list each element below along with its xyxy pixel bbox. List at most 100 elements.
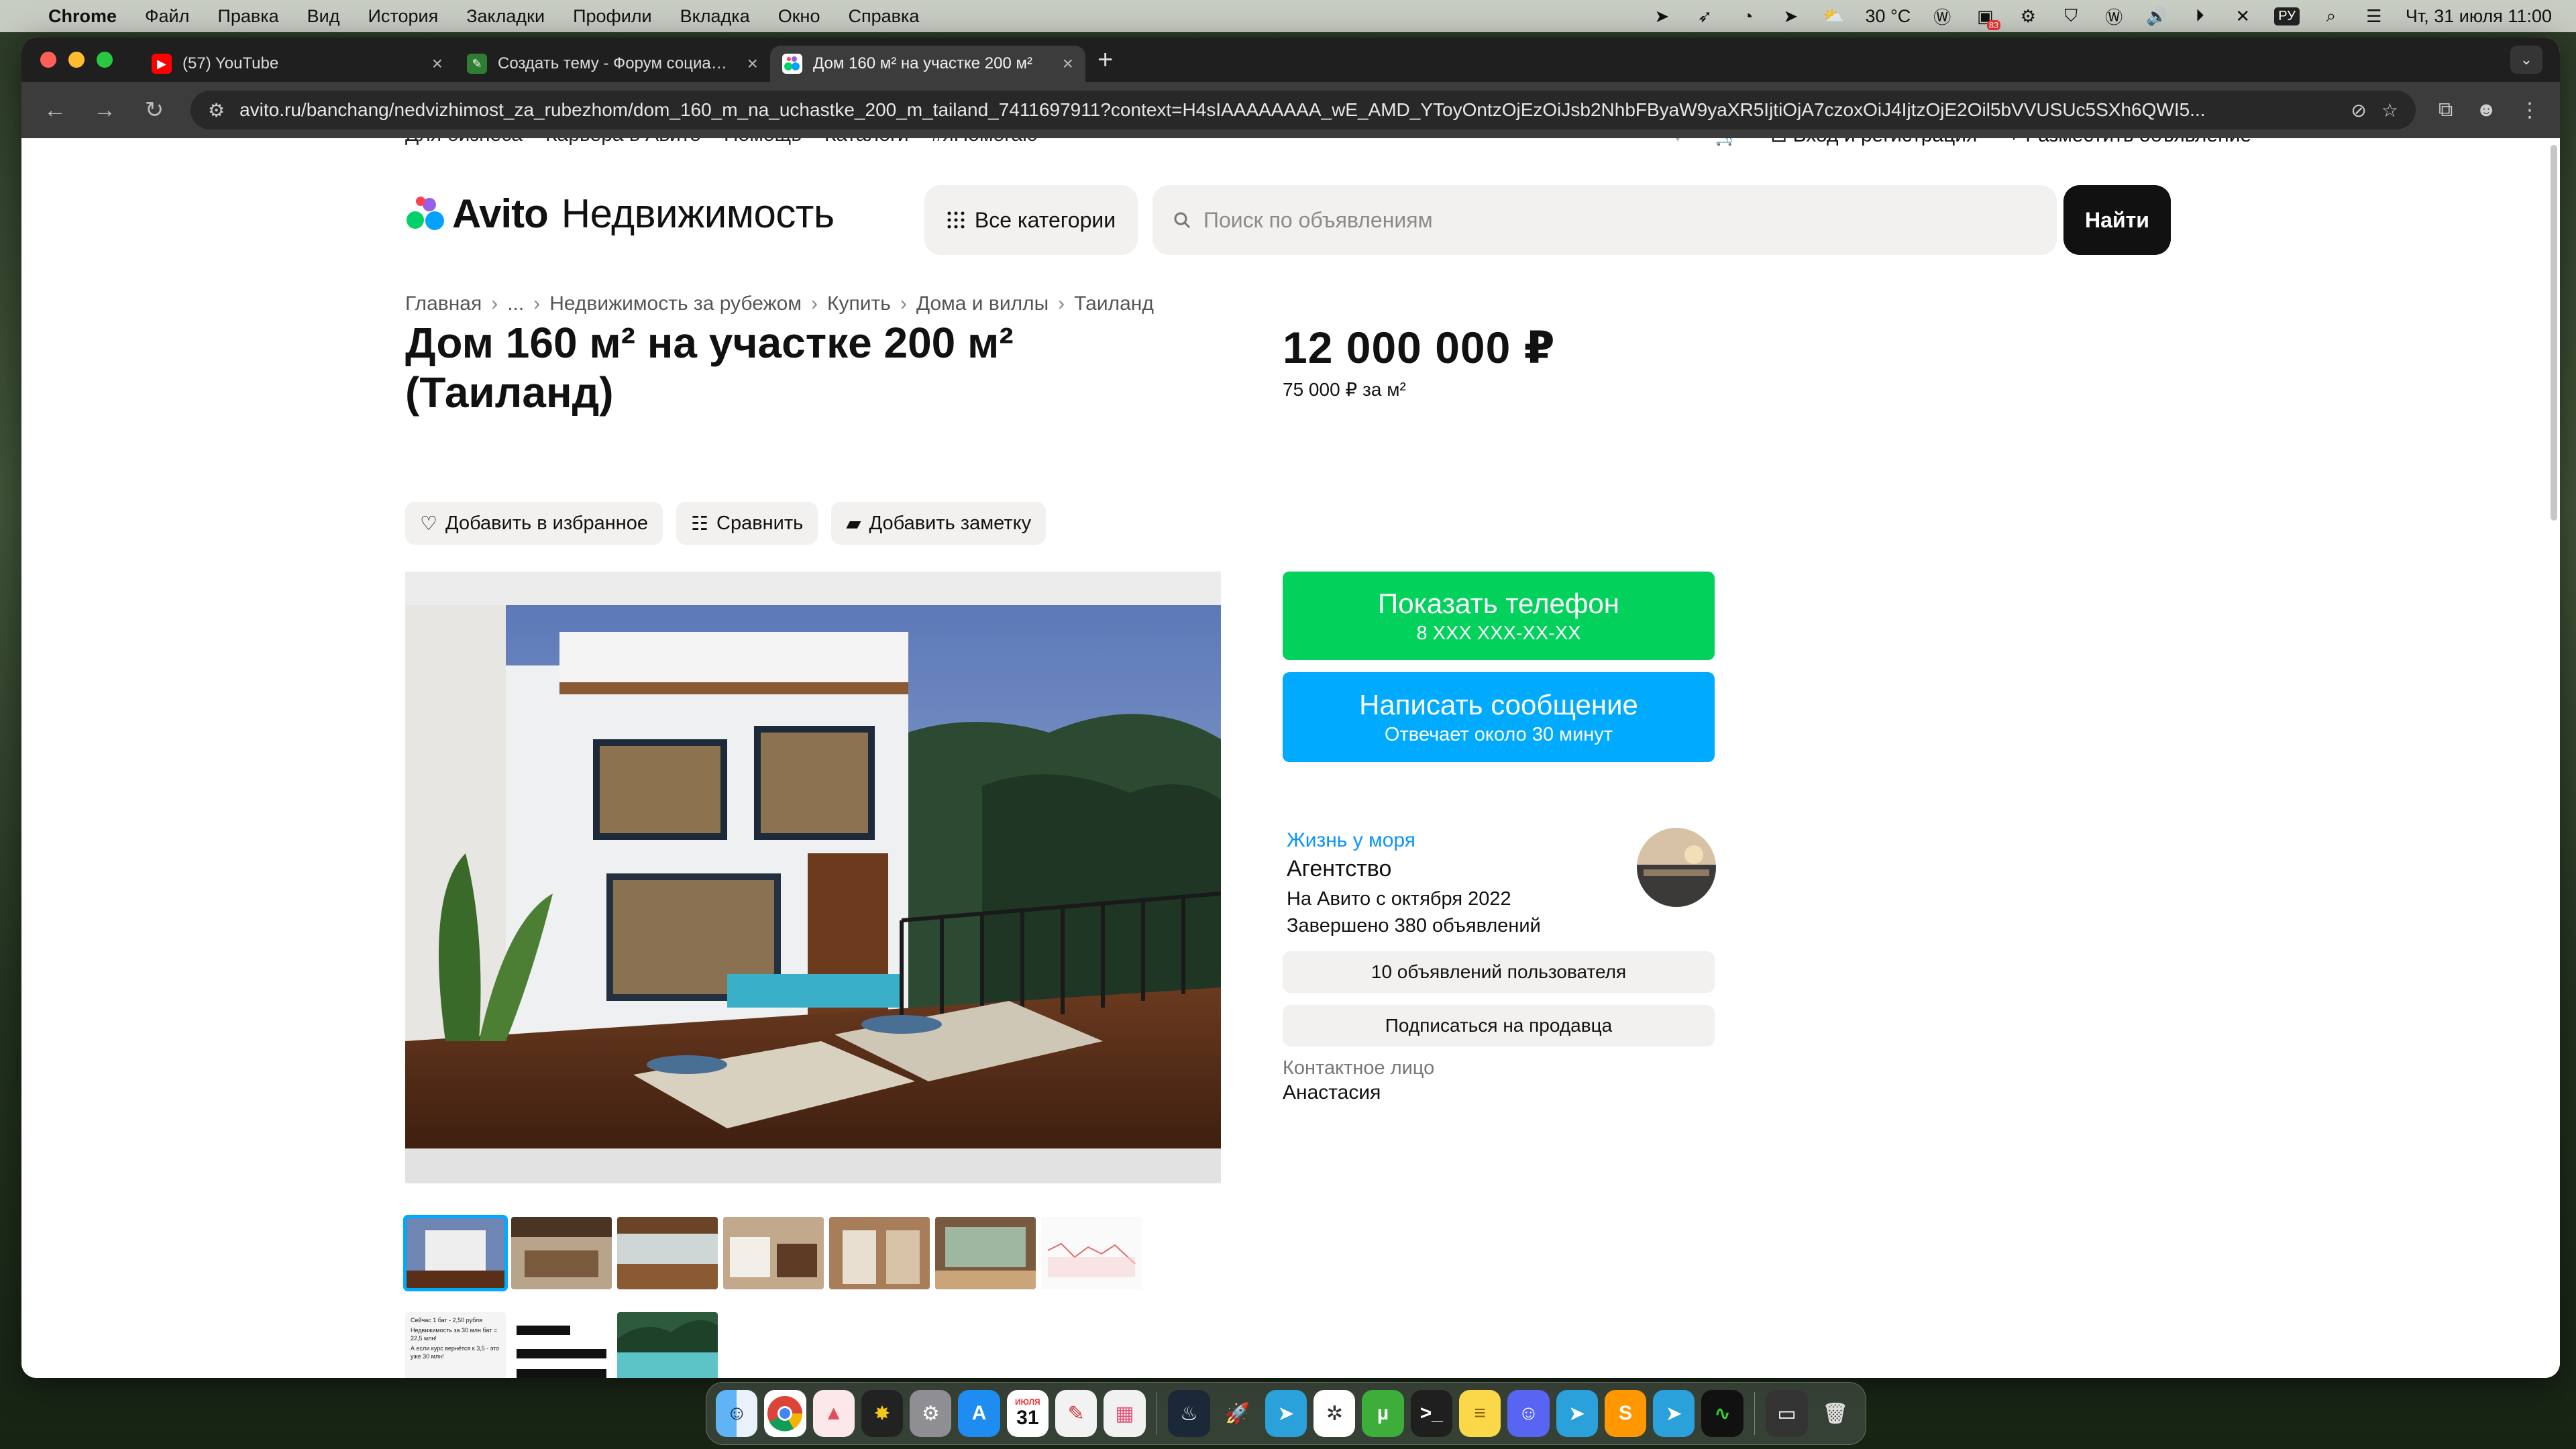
activity-monitor-icon[interactable]: ∿: [1701, 1390, 1743, 1437]
breadcrumb-home[interactable]: Главная: [405, 292, 482, 315]
all-categories-button[interactable]: Все категории: [924, 185, 1138, 255]
nav-business[interactable]: Для бизнеса: [405, 138, 523, 146]
close-tab-icon[interactable]: ×: [747, 53, 758, 74]
site-info-icon[interactable]: ⚙: [208, 99, 225, 121]
nav-catalogs[interactable]: Каталоги: [824, 138, 909, 146]
add-favorite-button[interactable]: ♡ Добавить в избранное: [405, 502, 663, 545]
compare-button[interactable]: ☷ Сравнить: [676, 502, 818, 545]
menubar-clock[interactable]: Чт, 31 июля 11:00: [2406, 6, 2552, 27]
calendar-icon[interactable]: ИЮЛЯ 31: [1006, 1390, 1049, 1437]
post-ad-link[interactable]: + Разместить объявление: [2008, 138, 2251, 147]
weather-icon[interactable]: ⛅: [1822, 5, 1845, 28]
nav-ihelp[interactable]: #яПомогаю: [932, 138, 1038, 146]
thumbnail-9-text[interactable]: [511, 1312, 612, 1378]
write-message-button[interactable]: Написать сообщение Отвечает около 30 мин…: [1283, 672, 1715, 762]
bluetooth-off-icon[interactable]: ✕: [2231, 5, 2254, 28]
app-status-icon[interactable]: ◔: [1736, 5, 1759, 28]
search-input[interactable]: Поиск по объявлениям: [1152, 185, 2057, 255]
menu-help[interactable]: Справка: [848, 6, 919, 27]
close-window-button[interactable]: [40, 52, 56, 68]
finder-icon[interactable]: ☺: [716, 1390, 758, 1437]
notification-badge-icon[interactable]: ▣ 83: [1974, 5, 2001, 30]
trash-icon[interactable]: 🗑: [1815, 1390, 1856, 1437]
main-photo[interactable]: [405, 572, 1221, 1183]
zoom-window-button[interactable]: [97, 52, 113, 68]
add-note-button[interactable]: ▰ Добавить заметку: [831, 502, 1046, 545]
rocket-icon[interactable]: 🚀: [1217, 1390, 1258, 1437]
menu-bookmarks[interactable]: Закладки: [466, 6, 545, 27]
steam-icon[interactable]: ♨: [1168, 1390, 1210, 1437]
app-store-icon[interactable]: A: [958, 1390, 1000, 1437]
bookmark-star-icon[interactable]: ☆: [2381, 99, 2398, 121]
search-button[interactable]: Найти: [2063, 185, 2171, 255]
terminal-icon[interactable]: >_: [1410, 1390, 1452, 1437]
thumbnail-7-chart[interactable]: [1041, 1217, 1142, 1289]
telegram-alt-icon[interactable]: ➶: [1693, 5, 1716, 28]
chrome-icon[interactable]: [764, 1390, 806, 1437]
extensions-icon[interactable]: ⧉: [2438, 99, 2453, 121]
menu-edit[interactable]: Правка: [217, 6, 278, 27]
thumbnail-6[interactable]: [935, 1217, 1036, 1289]
nav-career[interactable]: Карьера в Авито: [545, 138, 701, 146]
screen-icon[interactable]: ▭: [1766, 1390, 1808, 1437]
wordpress-alt-icon[interactable]: Ⓦ: [2102, 5, 2125, 28]
telegram-icon[interactable]: ➤: [1650, 5, 1673, 28]
vpn-icon[interactable]: ⚙: [2017, 5, 2039, 28]
control-center-icon[interactable]: ☰: [2363, 5, 2385, 28]
url-text[interactable]: avito.ru/banchang/nedvizhimost_za_rubezh…: [239, 99, 2336, 121]
login-link[interactable]: ⊡ Вход и регистрация: [1770, 138, 1977, 147]
favorites-icon[interactable]: ♥: [1672, 138, 1684, 147]
thumbnail-10[interactable]: [617, 1312, 718, 1378]
nav-help[interactable]: Помощь: [724, 138, 802, 146]
tracking-off-icon[interactable]: ⊘: [2351, 99, 2366, 121]
utorrent-icon[interactable]: µ: [1362, 1390, 1404, 1437]
breadcrumb-houses[interactable]: Дома и виллы: [916, 292, 1049, 315]
reload-button[interactable]: ↻: [141, 97, 168, 123]
discord-icon[interactable]: ☺: [1507, 1390, 1550, 1437]
menu-view[interactable]: Вид: [307, 6, 340, 27]
weather-temp[interactable]: 30 °C: [1865, 6, 1911, 27]
show-phone-button[interactable]: Показать телефон 8 XXX XXX-XX-XX: [1283, 572, 1715, 660]
breadcrumb-ellipsis[interactable]: ...: [507, 292, 524, 315]
thumbnail-1[interactable]: [403, 1215, 508, 1291]
seller-listings-button[interactable]: 10 объявлений пользователя: [1283, 951, 1715, 993]
keyboard-layout[interactable]: РУ: [2274, 7, 2300, 25]
seller-name-link[interactable]: Жизнь у моря: [1287, 829, 1415, 852]
chatgpt-icon[interactable]: ✲: [1313, 1390, 1356, 1437]
arc-icon[interactable]: ▲: [812, 1390, 855, 1437]
close-tab-icon[interactable]: ×: [1063, 53, 1073, 74]
shield-icon[interactable]: ⛉: [2059, 5, 2082, 28]
thumbnail-8-text[interactable]: Сейчас 1 бат - 2,50 рубля Недвижимость з…: [405, 1312, 506, 1378]
minimize-window-button[interactable]: [68, 52, 85, 68]
send-icon[interactable]: ➤: [1779, 5, 1802, 28]
back-button[interactable]: ←: [42, 97, 68, 123]
volume-icon[interactable]: 🔊: [2145, 5, 2168, 28]
sparkle-icon[interactable]: ✸: [861, 1390, 904, 1437]
subscribe-seller-button[interactable]: Подписаться на продавца: [1283, 1005, 1715, 1046]
telegram-icon[interactable]: ➤: [1653, 1390, 1695, 1437]
play-icon[interactable]: ⏵: [2188, 5, 2211, 28]
cart-icon[interactable]: 🛒: [1715, 138, 1739, 147]
avito-logo[interactable]: Avito Недвижимость: [405, 191, 835, 237]
more-menu-icon[interactable]: ⋮: [2520, 99, 2540, 122]
notes-yellow-icon[interactable]: ≡: [1459, 1390, 1501, 1437]
address-bar[interactable]: ⚙ avito.ru/banchang/nedvizhimost_za_rube…: [191, 91, 2416, 129]
telegram-icon[interactable]: ➤: [1265, 1390, 1307, 1437]
search-icon[interactable]: ⌕: [2320, 5, 2343, 28]
seller-avatar[interactable]: [1637, 828, 1716, 907]
breadcrumb-buy[interactable]: Купить: [827, 292, 891, 315]
forward-button[interactable]: →: [91, 97, 118, 123]
tab-avito-listing[interactable]: Дом 160 м² на участке 200 м² ×: [770, 46, 1085, 82]
menu-app-name[interactable]: Chrome: [48, 6, 117, 27]
menu-profiles[interactable]: Профили: [573, 6, 652, 27]
thumbnail-4[interactable]: [723, 1217, 824, 1289]
notes-icon[interactable]: ✎: [1055, 1390, 1097, 1437]
system-settings-icon[interactable]: ⚙: [910, 1390, 952, 1437]
thumbnail-5[interactable]: [829, 1217, 930, 1289]
thumbnail-2[interactable]: [511, 1217, 612, 1289]
tab-search-button[interactable]: ⌄: [2510, 46, 2542, 74]
menu-history[interactable]: История: [368, 6, 438, 27]
tab-forum[interactable]: ✎ Создать тему - Форум социальн ×: [455, 46, 770, 82]
new-tab-button[interactable]: +: [1097, 45, 1113, 75]
breadcrumb-thailand[interactable]: Таиланд: [1074, 292, 1154, 315]
